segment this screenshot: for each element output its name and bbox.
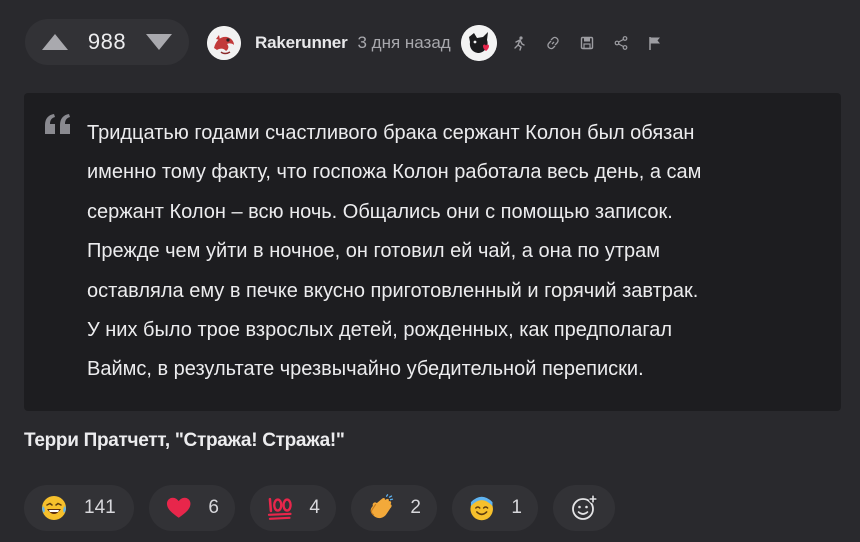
- running-icon[interactable]: [511, 35, 527, 51]
- quote-attribution: Терри Пратчетт, "Стража! Стража!": [24, 430, 345, 451]
- reaction-count: 141: [84, 497, 116, 518]
- smiling-face-emoji-icon: [470, 496, 493, 521]
- post-actions: [511, 35, 663, 51]
- quote-line: сержант Колон – всю ночь. Общались они с…: [87, 200, 673, 223]
- quote-line: оставляла ему в печке вкусно приготовлен…: [87, 279, 699, 302]
- add-reaction-icon: [572, 494, 598, 520]
- reaction-heart[interactable]: 6: [149, 485, 235, 531]
- quote-mark-icon: [45, 114, 70, 134]
- share-icon[interactable]: [613, 35, 629, 51]
- reaction-count: 2: [410, 497, 421, 518]
- post-meta: Rakerunner 3 дня назад: [207, 25, 663, 61]
- clapping-hands-emoji-icon: [370, 494, 394, 519]
- triangle-up-icon[interactable]: [41, 33, 69, 51]
- link-icon[interactable]: [545, 35, 561, 51]
- reaction-count: 6: [208, 497, 219, 518]
- quote-line: Прежде чем уйти в ночное, он готовил ей …: [87, 240, 660, 263]
- vote-control: 988: [25, 19, 189, 65]
- reaction-laughing[interactable]: 141: [24, 485, 134, 531]
- author-name[interactable]: Rakerunner: [255, 33, 348, 53]
- post-time: 3 дня назад: [357, 33, 451, 52]
- dragon-avatar-icon[interactable]: [207, 26, 241, 60]
- reaction-count: 4: [309, 497, 320, 518]
- dog-heart-badge-icon: [460, 25, 497, 61]
- triangle-down-icon[interactable]: [145, 33, 173, 51]
- laughing-emoji-icon: [42, 496, 66, 520]
- quote-line: У них было трое взрослых детей, рожденны…: [87, 319, 673, 342]
- quote-line: Ваймс, в результате чрезвычайно убедител…: [87, 358, 644, 381]
- heart-emoji-icon: [166, 497, 191, 518]
- reaction-clapping[interactable]: 2: [351, 485, 437, 531]
- reaction-smiling-face[interactable]: 1: [452, 485, 538, 531]
- add-reaction-button[interactable]: [553, 485, 615, 531]
- quote-line: Тридцатью годами счастливого брака сержа…: [87, 122, 695, 144]
- reaction-count: 1: [511, 497, 522, 518]
- save-icon[interactable]: [579, 35, 595, 51]
- reactions-bar: 141 6 4 2 1: [24, 485, 615, 531]
- hundred-emoji-icon: [267, 497, 292, 520]
- quote-text: Тридцатью годами счастливого брака сержа…: [87, 114, 827, 390]
- flag-icon[interactable]: [647, 35, 663, 51]
- vote-score: 988: [87, 29, 127, 54]
- quote-line: именно тому факту, что госпожа Колон раб…: [87, 161, 702, 184]
- post-card: 988 Rakerunner 3 дня назад Тридцатью год…: [0, 0, 860, 542]
- reaction-hundred[interactable]: 4: [250, 485, 336, 531]
